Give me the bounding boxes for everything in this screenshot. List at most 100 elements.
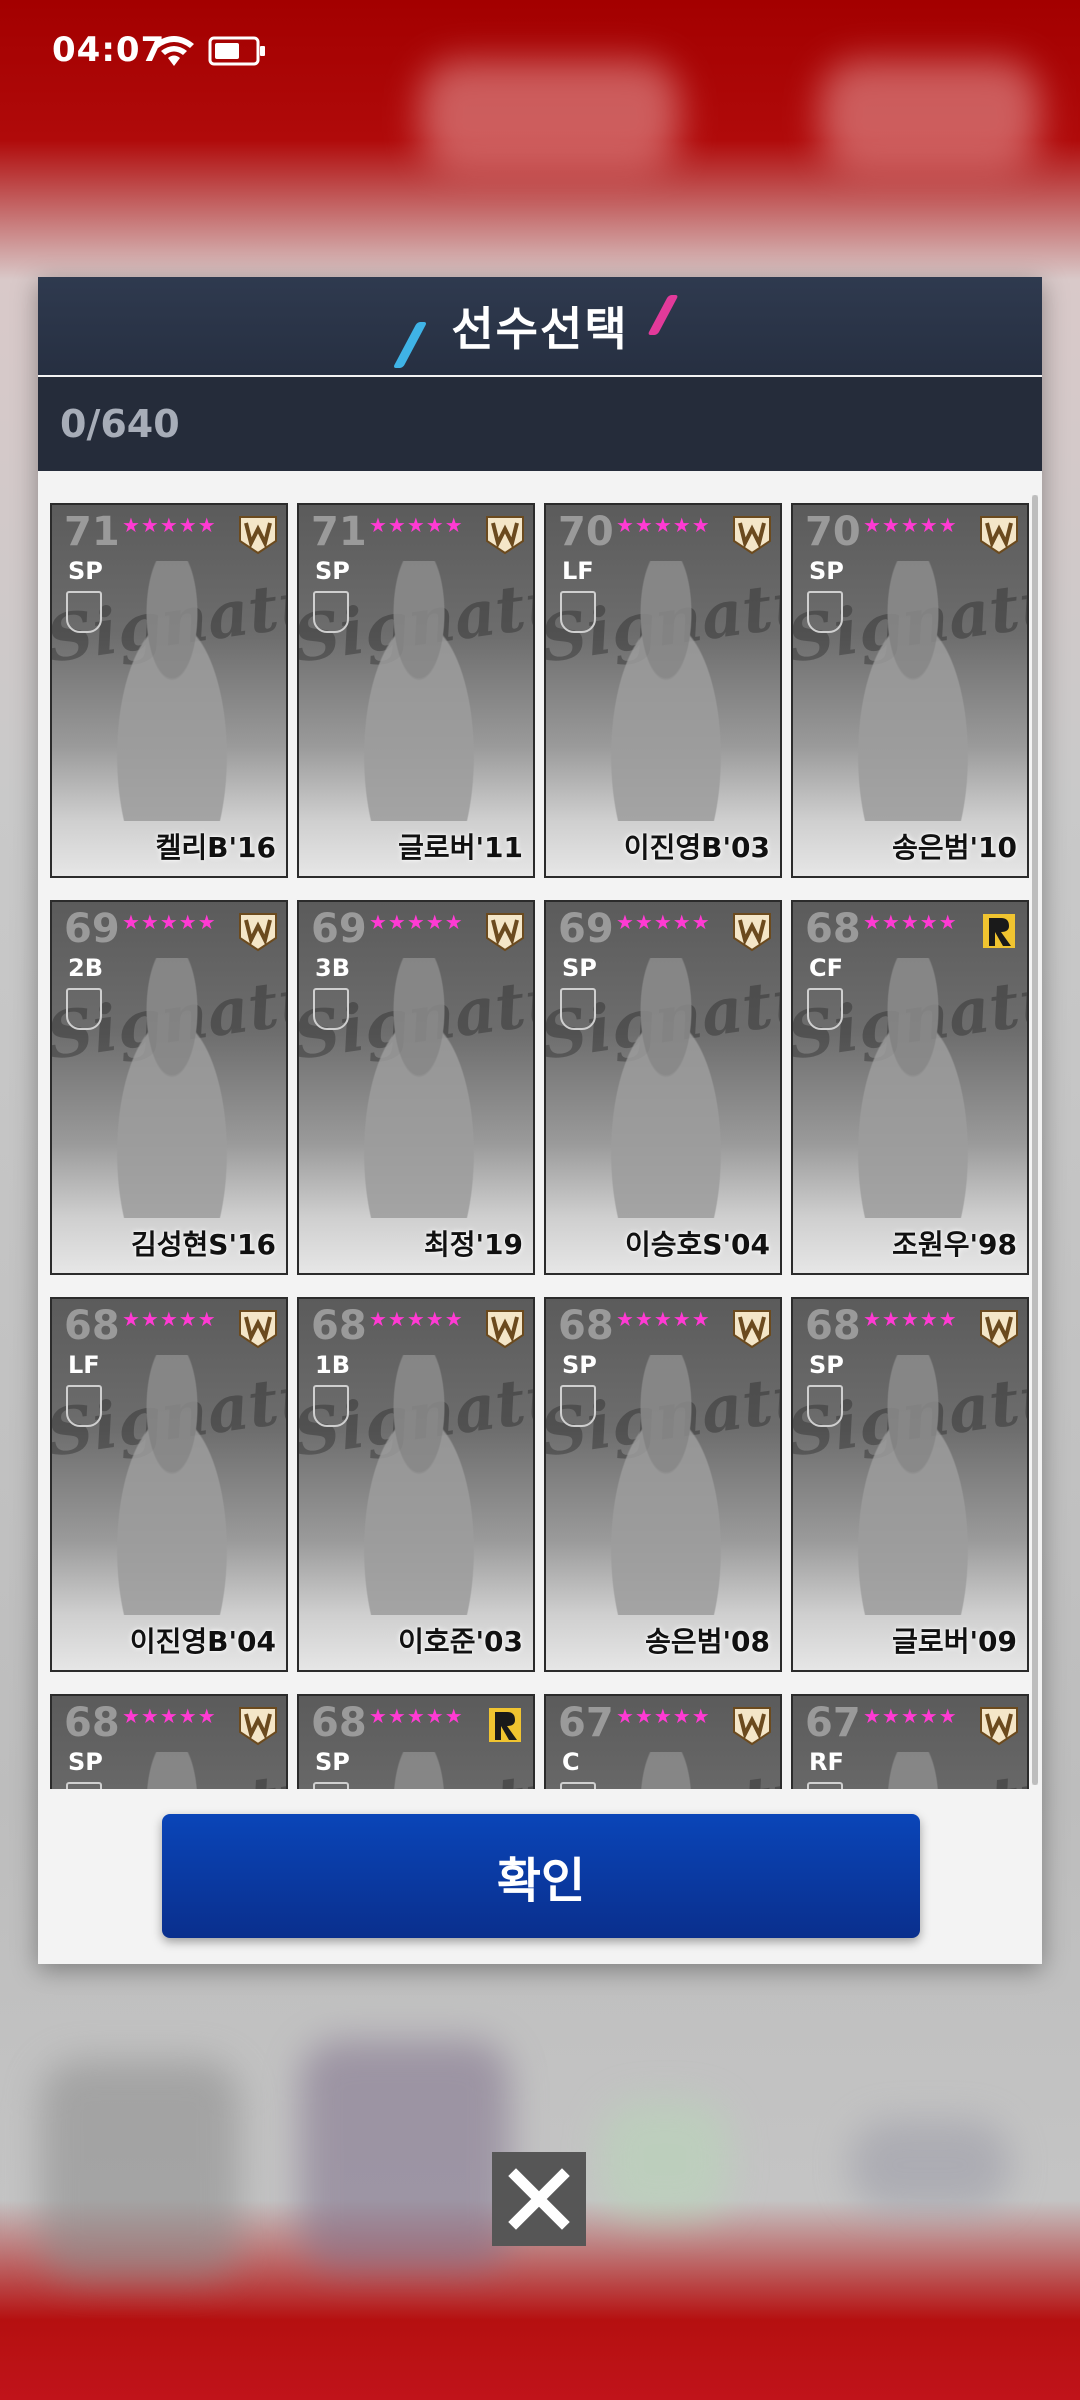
badge-slot [807, 1782, 843, 1789]
player-card[interactable]: Signature692B★★★★★김성현S'16 [50, 900, 288, 1275]
wyverns-logo-icon [486, 516, 524, 555]
player-position: SP [68, 557, 103, 585]
star-rating: ★★★★★ [616, 910, 711, 934]
badge-slot [560, 1385, 596, 1427]
player-position: SP [809, 1351, 844, 1379]
player-rating: 68 [64, 1303, 120, 1349]
wyverns-logo-icon [980, 1707, 1018, 1746]
player-rating: 69 [558, 906, 614, 952]
player-card[interactable]: Signature67RF★★★★★ [791, 1694, 1029, 1789]
player-rating: 68 [805, 906, 861, 952]
player-position: LF [562, 557, 594, 585]
player-position: SP [315, 557, 350, 585]
selection-counter: 0/640 [60, 402, 180, 446]
wyverns-logo-icon [733, 913, 771, 952]
decor-slash-pink [647, 295, 679, 335]
wyverns-logo-icon [239, 913, 277, 952]
player-card[interactable]: Signature68CF★★★★★조원우'98 [791, 900, 1029, 1275]
wyverns-logo-icon [733, 1310, 771, 1349]
player-card[interactable]: Signature70LF★★★★★이진영B'03 [544, 503, 782, 878]
player-name: 송은범'10 [892, 831, 1017, 864]
player-card-grid[interactable]: Signature71SP★★★★★켈리B'16Signature71SP★★★… [38, 487, 1042, 1789]
player-rating: 70 [558, 509, 614, 555]
star-rating: ★★★★★ [369, 1307, 464, 1331]
player-card[interactable]: Signature693B★★★★★최정'19 [297, 900, 535, 1275]
player-card[interactable]: Signature681B★★★★★이호준'03 [297, 1297, 535, 1672]
player-rating: 68 [311, 1700, 367, 1746]
badge-slot [807, 1385, 843, 1427]
badge-slot [560, 988, 596, 1030]
player-rating: 69 [64, 906, 120, 952]
player-photo [339, 1355, 499, 1615]
badge-slot [313, 1385, 349, 1427]
player-card[interactable]: Signature68SP★★★★★송은범'08 [544, 1297, 782, 1672]
player-position: RF [809, 1748, 844, 1776]
player-name: 이승호S'04 [625, 1228, 770, 1261]
player-rating: 71 [64, 509, 120, 555]
star-rating: ★★★★★ [863, 1307, 958, 1331]
wyverns-logo-icon [733, 516, 771, 555]
player-name: 이진영B'04 [129, 1625, 276, 1658]
wyverns-logo-icon [486, 913, 524, 952]
dialog-header: 선수선택 [38, 277, 1042, 375]
star-rating: ★★★★★ [863, 513, 958, 537]
player-photo [586, 1752, 746, 1789]
player-card[interactable]: Signature70SP★★★★★송은범'10 [791, 503, 1029, 878]
badge-slot [807, 591, 843, 633]
raiders-logo-icon [489, 1708, 521, 1742]
player-name: 송은범'08 [645, 1625, 770, 1658]
player-position: LF [68, 1351, 100, 1379]
player-name: 글로버'09 [892, 1625, 1017, 1658]
player-photo [339, 958, 499, 1218]
wyverns-logo-icon [239, 1707, 277, 1746]
player-photo [339, 1752, 499, 1789]
player-position: SP [315, 1748, 350, 1776]
confirm-button[interactable]: 확인 [162, 1814, 920, 1938]
player-rating: 67 [805, 1700, 861, 1746]
player-card[interactable]: Signature68SP★★★★★글로버'09 [791, 1297, 1029, 1672]
badge-slot [66, 1385, 102, 1427]
badge-slot [313, 591, 349, 633]
player-position: 2B [68, 954, 103, 982]
player-rating: 68 [64, 1700, 120, 1746]
wyverns-logo-icon [980, 1310, 1018, 1349]
player-rating: 70 [805, 509, 861, 555]
player-position: SP [562, 1351, 597, 1379]
player-position: SP [68, 1748, 103, 1776]
close-icon [508, 2168, 570, 2230]
player-card[interactable]: Signature68SP★★★★★ [297, 1694, 535, 1789]
dialog-title: 선수선택 [451, 302, 629, 356]
player-photo [833, 1752, 993, 1789]
star-rating: ★★★★★ [616, 1704, 711, 1728]
player-rating: 71 [311, 509, 367, 555]
player-position: CF [809, 954, 844, 982]
scrollbar-thumb[interactable] [1032, 495, 1038, 1785]
badge-slot [560, 1782, 596, 1789]
player-card[interactable]: Signature68SP★★★★★ [50, 1694, 288, 1789]
player-photo [92, 1355, 252, 1615]
player-card[interactable]: Signature68LF★★★★★이진영B'04 [50, 1297, 288, 1672]
star-rating: ★★★★★ [369, 1704, 464, 1728]
star-rating: ★★★★★ [122, 1704, 217, 1728]
player-position: 1B [315, 1351, 350, 1379]
player-photo [586, 958, 746, 1218]
player-card[interactable]: Signature69SP★★★★★이승호S'04 [544, 900, 782, 1275]
player-photo [339, 561, 499, 821]
decor-slash-blue [392, 322, 428, 368]
player-card[interactable]: Signature67C★★★★★ [544, 1694, 782, 1789]
player-rating: 68 [311, 1303, 367, 1349]
player-card[interactable]: Signature71SP★★★★★글로버'11 [297, 503, 535, 878]
player-position: C [562, 1748, 580, 1776]
wyverns-logo-icon [239, 516, 277, 555]
player-name: 최정'19 [423, 1228, 523, 1261]
close-button[interactable] [492, 2152, 586, 2246]
player-position: 3B [315, 954, 350, 982]
player-photo [92, 958, 252, 1218]
player-photo [586, 561, 746, 821]
wifi-icon [154, 36, 194, 66]
star-rating: ★★★★★ [369, 513, 464, 537]
player-rating: 68 [558, 1303, 614, 1349]
player-card[interactable]: Signature71SP★★★★★켈리B'16 [50, 503, 288, 878]
player-photo [833, 561, 993, 821]
player-name: 김성현S'16 [131, 1228, 276, 1261]
